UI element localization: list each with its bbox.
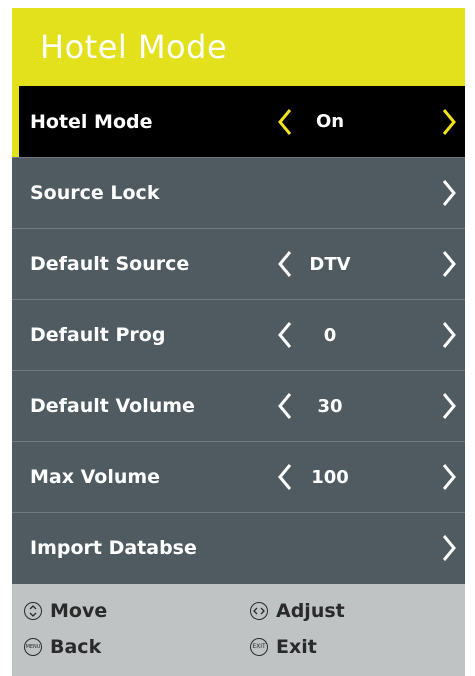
hint-label: Move (50, 600, 108, 622)
menu-header: Hotel Mode (12, 8, 465, 86)
menu-item-value: 30 (317, 395, 343, 417)
menu-item-default-prog[interactable]: Default Prog 0 (12, 299, 465, 370)
menu-item-value: On (315, 111, 345, 132)
menu-item-label: Max Volume (30, 466, 161, 488)
hint-move: Move (24, 600, 107, 622)
up-down-icon (24, 602, 42, 620)
chevron-right-icon[interactable] (438, 532, 460, 564)
menu-list: Hotel Mode On Source Lock Default Source… (12, 86, 465, 583)
chevron-right-icon[interactable] (438, 177, 460, 209)
hint-back: MENU Back (24, 636, 101, 658)
left-right-icon (250, 602, 268, 620)
menu-item-label: Default Volume (30, 395, 195, 417)
menu-item-value: 100 (311, 466, 349, 488)
page-title: Hotel Mode (40, 28, 228, 66)
chevron-right-icon[interactable] (438, 248, 460, 280)
exit-button-icon: EXIT (250, 638, 268, 656)
menu-item-label: Source Lock (30, 182, 160, 204)
menu-item-default-volume[interactable]: Default Volume 30 (12, 370, 465, 441)
menu-item-import-database[interactable]: Import Databse (12, 512, 465, 583)
hint-label: Back (50, 636, 102, 658)
menu-item-label: Hotel Mode (30, 110, 153, 133)
menu-item-hotel-mode[interactable]: Hotel Mode On (12, 86, 465, 157)
hint-label: Adjust (276, 600, 345, 622)
menu-item-source-lock[interactable]: Source Lock (12, 157, 465, 228)
menu-item-label: Import Databse (30, 537, 197, 559)
hint-label: Exit (276, 636, 317, 658)
menu-item-value: 0 (323, 324, 337, 346)
menu-button-icon: MENU (24, 638, 42, 656)
chevron-right-icon[interactable] (438, 319, 460, 351)
hint-adjust: Adjust (250, 600, 345, 622)
chevron-right-icon[interactable] (438, 461, 460, 493)
button-hints-bar: Move Adjust MENU Back EXIT Exit (12, 584, 465, 676)
menu-item-max-volume[interactable]: Max Volume 100 (12, 441, 465, 512)
chevron-right-icon[interactable] (438, 390, 460, 422)
menu-item-value: DTV (309, 253, 351, 275)
selection-indicator (12, 86, 19, 157)
chevron-right-icon[interactable] (438, 106, 460, 138)
menu-item-default-source[interactable]: Default Source DTV (12, 228, 465, 299)
menu-item-label: Default Source (30, 253, 190, 275)
hotel-mode-panel: Hotel Mode Hotel Mode On Source Lock Def… (12, 8, 465, 676)
hint-exit: EXIT Exit (250, 636, 317, 658)
menu-item-label: Default Prog (30, 324, 166, 346)
